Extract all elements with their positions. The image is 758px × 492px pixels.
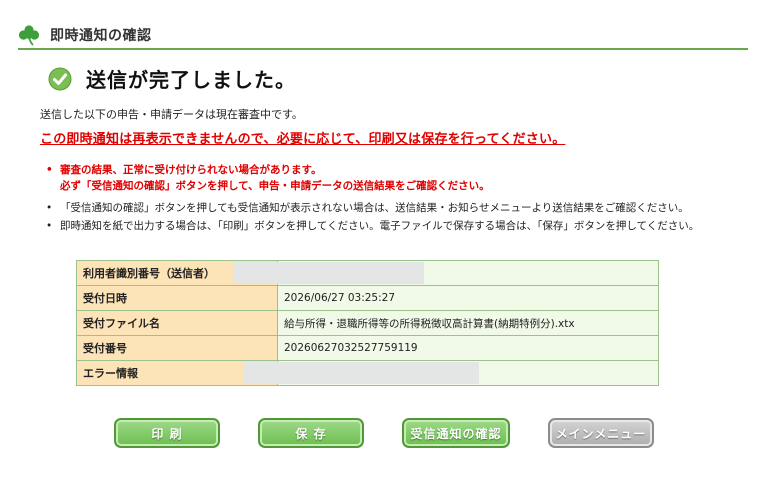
row-value [244,360,659,386]
table-row: エラー情報 [76,360,659,386]
completion-message: 送信が完了しました。 [86,68,296,92]
bullet-icon: • [46,164,53,176]
table-row: 受付日時 2026/06/27 03:25:27 [76,285,659,311]
note-item: • 「受信通知の確認」ボタンを押しても受信通知が表示されない場合は、送信結果・お… [40,200,740,216]
note-text: 「受信通知の確認」ボタンを押しても受信通知が表示されない場合は、送信結果・お知ら… [60,202,689,214]
main-menu-button[interactable]: メインメニュー [548,418,654,448]
save-button[interactable]: 保 存 [258,418,364,448]
redacted-value [234,262,424,284]
row-label: 受付日時 [76,285,278,311]
note-text: 即時通知を紙で出力する場合は、「印刷」ボタンを押してください。電子ファイルで保存… [60,220,700,232]
row-value: 2026/06/27 03:25:27 [277,285,659,311]
receipt-info-table: 利用者識別番号（送信者） 受付日時 2026/06/27 03:25:27 受付… [76,260,659,386]
table-row: 受付ファイル名 給与所得・退職所得等の所得税徴収高計算書(納期特例分).xtx [76,310,659,336]
note-item: • 即時通知を紙で出力する場合は、「印刷」ボタンを押してください。電子ファイルで… [40,218,740,234]
completion-status: 送信が完了しました。 [48,64,296,93]
check-circle-icon [48,67,72,90]
note-red-line1: 審査の結果、正常に受け付けられない場合があります。 [60,164,322,176]
page-header: 即時通知の確認 [18,22,748,50]
check-receipt-notice-button[interactable]: 受信通知の確認 [402,418,510,448]
page-title: 即時通知の確認 [50,28,152,44]
review-status-text: 送信した以下の申告・申請データは現在審査中です。 [40,108,303,121]
row-value: 給与所得・退職所得等の所得税徴収高計算書(納期特例分).xtx [277,310,659,336]
redisplay-warning: この即時通知は再表示できませんので、必要に応じて、印刷又は保存を行ってください。 [40,132,566,147]
table-row: 利用者識別番号（送信者） [76,260,659,286]
bullet-icon: • [46,202,53,214]
clover-icon [18,25,40,46]
redacted-value [244,362,479,384]
notes-list: • 審査の結果、正常に受け付けられない場合があります。 必ず「受信通知の確認」ボ… [40,162,740,236]
row-label: 受付番号 [76,335,278,361]
action-buttons: 印 刷 保 存 受信通知の確認 メインメニュー [114,418,654,448]
table-row: 受付番号 20260627032527759119 [76,335,659,361]
bullet-icon: • [46,220,53,232]
note-red-text: 審査の結果、正常に受け付けられない場合があります。 必ず「受信通知の確認」ボタン… [60,162,490,194]
row-value: 20260627032527759119 [277,335,659,361]
note-item: • 審査の結果、正常に受け付けられない場合があります。 必ず「受信通知の確認」ボ… [40,162,740,194]
print-button[interactable]: 印 刷 [114,418,220,448]
note-red-line2: 必ず「受信通知の確認」ボタンを押して、申告・申請データの送信結果をご確認ください… [60,180,490,192]
row-value [234,260,659,286]
row-label: 受付ファイル名 [76,310,278,336]
